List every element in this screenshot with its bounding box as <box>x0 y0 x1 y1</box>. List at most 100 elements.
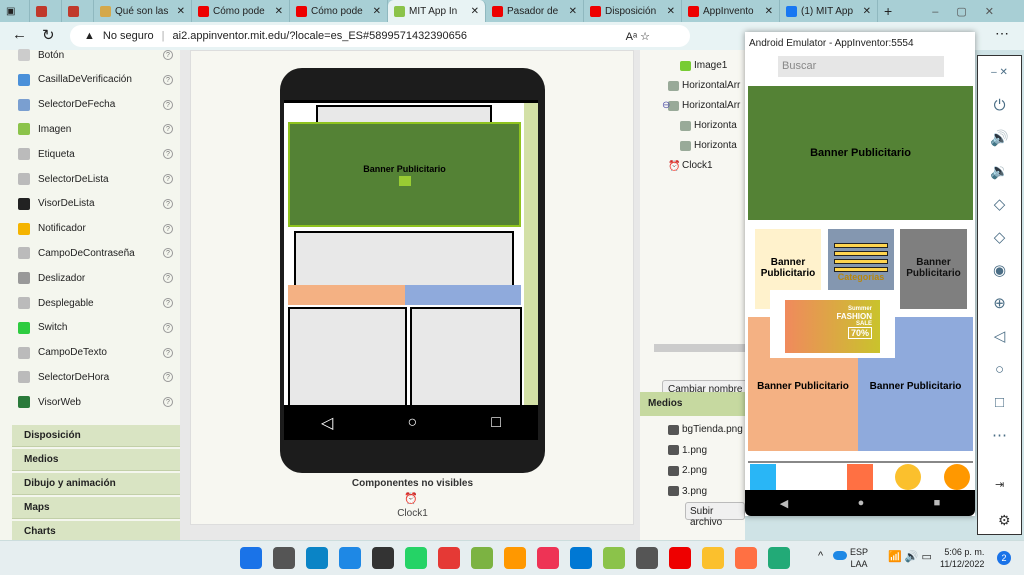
tab-actions-icon[interactable]: ▣ <box>0 0 30 22</box>
help-icon[interactable]: ? <box>163 322 173 333</box>
screen-record-icon[interactable]: ⇥ <box>995 478 1004 491</box>
help-icon[interactable]: ? <box>163 372 173 383</box>
help-icon[interactable]: ? <box>163 248 173 259</box>
palette-item[interactable]: CampoDeTexto? <box>18 344 173 362</box>
palette-item[interactable]: Desplegable? <box>18 294 173 312</box>
tree-item[interactable]: Horizonta <box>680 120 745 131</box>
taskbar-app-icon[interactable] <box>768 547 790 569</box>
volume-up-icon[interactable]: 🔊 <box>990 122 1009 155</box>
lang2[interactable]: LAA <box>850 558 868 570</box>
palette-item[interactable]: Deslizador? <box>18 269 173 287</box>
tree-item[interactable]: Horizonta <box>680 140 745 151</box>
palette-category[interactable]: Maps <box>12 497 180 519</box>
palette-item[interactable]: SelectorDeFecha? <box>18 96 173 114</box>
palette-item[interactable]: Etiqueta? <box>18 145 173 163</box>
settings-icon[interactable]: ⚙ <box>998 512 1011 529</box>
zoom-icon[interactable]: ⊕ <box>993 287 1006 320</box>
home-icon[interactable]: ○ <box>995 353 1004 386</box>
back-icon[interactable]: ◁ <box>994 320 1006 353</box>
taskbar-app-icon[interactable] <box>702 547 724 569</box>
taskbar-app-icon[interactable] <box>735 547 757 569</box>
clock-date[interactable]: 11/12/2022 <box>940 558 984 570</box>
home-icon[interactable] <box>847 464 873 490</box>
taskbar-app-icon[interactable] <box>636 547 658 569</box>
taskbar-app-icon[interactable] <box>438 547 460 569</box>
reviews-icon[interactable] <box>750 464 776 490</box>
close-tab-icon[interactable]: ✕ <box>863 6 871 17</box>
close-tab-icon[interactable]: ✕ <box>373 6 381 17</box>
palette-item[interactable]: CampoDeContraseña? <box>18 244 173 262</box>
back-nav-icon[interactable]: ◀ <box>780 497 788 510</box>
power-icon[interactable]: ⏻ <box>994 89 1006 122</box>
palette-item[interactable]: SelectorDeLista? <box>18 170 173 188</box>
browser-tab[interactable]: Qué son las ✕ <box>94 0 192 22</box>
help-icon[interactable]: ? <box>163 273 173 284</box>
palette-item[interactable]: Imagen? <box>18 120 173 138</box>
help-icon[interactable]: ? <box>163 174 173 184</box>
reload-icon[interactable]: ↻ <box>42 26 55 44</box>
taskbar-app-icon[interactable] <box>471 547 493 569</box>
help-icon[interactable]: ? <box>163 347 173 358</box>
tree-item[interactable]: HorizontalArr <box>668 80 745 91</box>
gray-banner[interactable]: Banner Publicitario <box>900 229 967 309</box>
lang1[interactable]: ESP <box>850 546 868 558</box>
window-controls[interactable]: –▢✕ <box>932 5 1024 18</box>
tree-item[interactable]: HorizontalArr <box>668 100 745 111</box>
palette-item[interactable]: VisorWeb? <box>18 393 173 411</box>
taskbar-app-icon[interactable] <box>372 547 394 569</box>
taskbar-app-icon[interactable] <box>306 547 328 569</box>
search-input[interactable]: Buscar <box>778 56 944 77</box>
taskbar-app-icon[interactable] <box>669 547 691 569</box>
media-file[interactable]: 3.png <box>668 486 707 497</box>
taskbar-app-icon[interactable] <box>240 547 262 569</box>
tree-item[interactable]: Image1 <box>680 60 745 71</box>
collapse-icon[interactable]: ⊖ <box>662 100 670 111</box>
palette-item[interactable]: SelectorDeHora? <box>18 368 173 386</box>
recents-nav-icon[interactable]: ■ <box>934 497 941 509</box>
money-icon[interactable] <box>895 464 921 490</box>
media-file[interactable]: 2.png <box>668 465 707 476</box>
taskbar-app-icon[interactable] <box>570 547 592 569</box>
camera-icon[interactable]: ◉ <box>993 254 1006 287</box>
browser-tab[interactable] <box>62 0 94 22</box>
read-aloud-icon[interactable]: Aᵃ ☆ <box>626 30 650 43</box>
more-icon[interactable]: ⋯ <box>995 25 1009 42</box>
volume-down-icon[interactable]: 🔉 <box>990 155 1009 188</box>
help-icon[interactable]: ? <box>163 74 173 85</box>
browser-tab[interactable]: MIT App In ✕ <box>388 0 486 22</box>
close-tab-icon[interactable]: ✕ <box>765 6 773 17</box>
palette-category[interactable]: Medios <box>12 449 180 471</box>
browser-tab[interactable]: Disposición ✕ <box>584 0 682 22</box>
close-tab-icon[interactable]: ✕ <box>275 6 283 17</box>
minimize-close-icon[interactable]: – ✕ <box>991 56 1008 89</box>
more-icon[interactable]: ⋯ <box>992 419 1007 452</box>
taskbar-app-icon[interactable] <box>339 547 361 569</box>
browser-tab[interactable]: (1) MIT App ✕ <box>780 0 878 22</box>
right-box[interactable] <box>410 307 522 405</box>
browser-tab[interactable]: AppInvento ✕ <box>682 0 780 22</box>
help-icon[interactable]: ? <box>163 50 173 60</box>
clock-time[interactable]: 5:06 p. m. <box>940 546 984 558</box>
browser-tab[interactable] <box>30 0 62 22</box>
media-file[interactable]: 1.png <box>668 445 707 456</box>
banner-arrangement[interactable]: Banner Publicitario <box>288 122 521 227</box>
url-input[interactable]: ▲ No seguro | ai2.appinventor.mit.edu/?l… <box>70 25 690 47</box>
new-tab-button[interactable]: + <box>878 0 908 22</box>
palette-item[interactable]: Botón? <box>18 46 173 64</box>
notification-badge[interactable]: 2 <box>997 551 1011 565</box>
palette-item[interactable]: Notificador? <box>18 220 173 238</box>
palette-item[interactable]: VisorDeLista? <box>18 195 173 213</box>
browser-tab[interactable]: Pasador de ✕ <box>486 0 584 22</box>
help-icon[interactable]: ? <box>163 149 173 160</box>
help-icon[interactable]: ? <box>163 397 173 408</box>
left-box[interactable] <box>288 307 407 405</box>
browser-tab[interactable]: Cómo pode ✕ <box>290 0 388 22</box>
taskbar-app-icon[interactable] <box>537 547 559 569</box>
help-icon[interactable]: ? <box>163 198 173 209</box>
upload-button[interactable]: Subir archivo <box>685 502 745 528</box>
rotate-left-icon[interactable]: ◇ <box>994 188 1006 221</box>
tray-chevron-icon[interactable]: ^ <box>818 550 823 562</box>
taskbar-app-icon[interactable] <box>273 547 295 569</box>
browser-tab[interactable]: Cómo pode ✕ <box>192 0 290 22</box>
palette-category[interactable]: Disposición <box>12 425 180 447</box>
